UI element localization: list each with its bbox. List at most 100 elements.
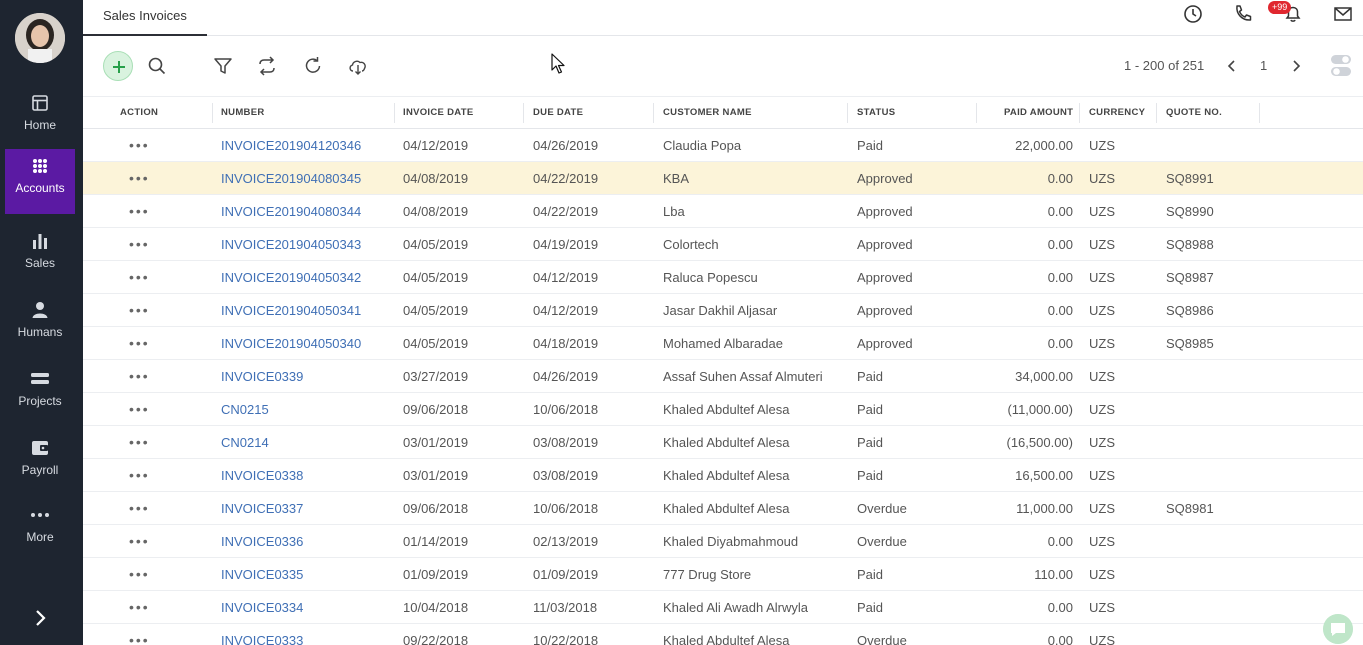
- table-row[interactable]: ••• INVOICE201904050343 04/05/2019 04/19/20…: [83, 228, 1363, 261]
- add-invoice-button[interactable]: [103, 51, 133, 81]
- invoice-number-link[interactable]: INVOICE0337: [221, 501, 303, 516]
- sidebar-item-label: Humans: [17, 325, 63, 339]
- table-row[interactable]: ••• INVOICE201904080345 04/08/2019 04/22/20…: [83, 162, 1363, 195]
- invoice-number-link[interactable]: INVOICE0338: [221, 468, 303, 483]
- table-row[interactable]: ••• CN0214 03/01/2019 03/08/2019 Khaled Abdu…: [83, 426, 1363, 459]
- currency-cell: UZS: [1089, 600, 1115, 615]
- paid-amount-cell: 34,000.00: [1015, 369, 1073, 384]
- sidebar-item-payroll[interactable]: Payroll: [5, 431, 75, 493]
- table-row[interactable]: ••• INVOICE0339 03/27/2019 04/26/2019 Assaf …: [83, 360, 1363, 393]
- tab-sales-invoices[interactable]: Sales Invoices: [83, 0, 207, 36]
- invoice-date-cell: 04/05/2019: [403, 336, 469, 351]
- table-row[interactable]: ••• INVOICE0336 01/14/2019 02/13/2019 Khaled…: [83, 525, 1363, 558]
- sidebar-item-sales[interactable]: Sales: [5, 224, 75, 286]
- invoice-number-link[interactable]: INVOICE201904050342: [221, 270, 361, 285]
- currency-cell: UZS: [1089, 369, 1115, 384]
- column-header-invoice-date[interactable]: INVOICE DATE: [403, 97, 473, 129]
- table-row[interactable]: ••• INVOICE201904050342 04/05/2019 04/12/20…: [83, 261, 1363, 294]
- invoice-number-link[interactable]: INVOICE201904050343: [221, 237, 361, 252]
- table-row[interactable]: ••• INVOICE0333 09/22/2018 10/22/2018 Khaled…: [83, 624, 1363, 645]
- invoice-number-link[interactable]: INVOICE201904120346: [221, 138, 361, 153]
- filter-icon[interactable]: [212, 55, 234, 77]
- cloud-download-icon[interactable]: [347, 55, 369, 77]
- row-actions-icon[interactable]: •••: [129, 302, 150, 318]
- column-header-quote-no[interactable]: QUOTE NO.: [1166, 97, 1222, 129]
- column-divider[interactable]: [1259, 103, 1260, 123]
- sidebar-item-accounts[interactable]: Accounts: [5, 149, 75, 214]
- clock-icon[interactable]: [1182, 3, 1204, 25]
- chevron-right-icon[interactable]: [1285, 55, 1307, 77]
- phone-icon[interactable]: [1232, 3, 1254, 25]
- column-header-status[interactable]: STATUS: [857, 97, 895, 129]
- mail-icon[interactable]: [1332, 3, 1354, 25]
- column-divider[interactable]: [1156, 103, 1157, 123]
- column-header-due-date[interactable]: DUE DATE: [533, 97, 583, 129]
- table-row[interactable]: ••• INVOICE201904080344 04/08/2019 04/22/20…: [83, 195, 1363, 228]
- row-actions-icon[interactable]: •••: [129, 269, 150, 285]
- paid-amount-cell: 0.00: [1047, 534, 1073, 549]
- invoice-number-link[interactable]: INVOICE201904080345: [221, 171, 361, 186]
- swap-icon[interactable]: [256, 55, 278, 77]
- column-divider[interactable]: [523, 103, 524, 123]
- invoice-number-link[interactable]: INVOICE0336: [221, 534, 303, 549]
- sidebar-item-projects[interactable]: Projects: [5, 362, 75, 424]
- row-actions-icon[interactable]: •••: [129, 566, 150, 582]
- table-row[interactable]: ••• INVOICE0338 03/01/2019 03/08/2019 Khaled…: [83, 459, 1363, 492]
- table-row[interactable]: ••• INVOICE0334 10/04/2018 11/03/2018 Khaled…: [83, 591, 1363, 624]
- invoice-date-cell: 09/06/2018: [403, 402, 469, 417]
- refresh-icon[interactable]: [302, 55, 324, 77]
- column-divider[interactable]: [394, 103, 395, 123]
- sidebar-item-more[interactable]: More: [5, 498, 75, 560]
- column-header-currency[interactable]: CURRENCY: [1089, 97, 1145, 129]
- column-header-action[interactable]: ACTION: [120, 97, 158, 129]
- currency-cell: UZS: [1089, 336, 1115, 351]
- row-actions-icon[interactable]: •••: [129, 533, 150, 549]
- view-toggle-icon[interactable]: [1329, 53, 1353, 79]
- table-row[interactable]: ••• CN0215 09/06/2018 10/06/2018 Khaled Abdu…: [83, 393, 1363, 426]
- chevron-right-icon[interactable]: [30, 608, 50, 628]
- row-actions-icon[interactable]: •••: [129, 137, 150, 153]
- table-row[interactable]: ••• INVOICE201904050340 04/05/2019 04/18/20…: [83, 327, 1363, 360]
- row-actions-icon[interactable]: •••: [129, 335, 150, 351]
- table-row[interactable]: ••• INVOICE201904050341 04/05/2019 04/12/20…: [83, 294, 1363, 327]
- invoice-number-link[interactable]: INVOICE201904050341: [221, 303, 361, 318]
- invoice-number-link[interactable]: CN0215: [221, 402, 269, 417]
- column-divider[interactable]: [847, 103, 848, 123]
- row-actions-icon[interactable]: •••: [129, 599, 150, 615]
- column-header-paid-amount[interactable]: PAID AMOUNT: [1004, 97, 1073, 129]
- due-date-cell: 03/08/2019: [533, 435, 599, 450]
- column-header-customer-name[interactable]: CUSTOMER NAME: [663, 97, 752, 129]
- row-actions-icon[interactable]: •••: [129, 236, 150, 252]
- quote-number-cell: SQ8991: [1166, 171, 1214, 186]
- row-actions-icon[interactable]: •••: [129, 467, 150, 483]
- row-actions-icon[interactable]: •••: [129, 500, 150, 516]
- column-header-number[interactable]: NUMBER: [221, 97, 265, 129]
- invoice-number-link[interactable]: INVOICE0339: [221, 369, 303, 384]
- invoice-number-link[interactable]: INVOICE201904050340: [221, 336, 361, 351]
- table-row[interactable]: ••• INVOICE201904120346 04/12/2019 04/26/20…: [83, 129, 1363, 162]
- invoice-number-link[interactable]: INVOICE0333: [221, 633, 303, 645]
- row-actions-icon[interactable]: •••: [129, 368, 150, 384]
- chat-icon[interactable]: [1323, 614, 1353, 644]
- table-row[interactable]: ••• INVOICE0335 01/09/2019 01/09/2019 777 Dr…: [83, 558, 1363, 591]
- column-divider[interactable]: [653, 103, 654, 123]
- column-divider[interactable]: [212, 103, 213, 123]
- sidebar-item-home[interactable]: Home: [5, 86, 75, 148]
- table-row[interactable]: ••• INVOICE0337 09/06/2018 10/06/2018 Khaled…: [83, 492, 1363, 525]
- row-actions-icon[interactable]: •••: [129, 203, 150, 219]
- sidebar-item-label: Sales: [24, 256, 56, 270]
- column-divider[interactable]: [976, 103, 977, 123]
- invoice-number-link[interactable]: INVOICE201904080344: [221, 204, 361, 219]
- invoice-number-link[interactable]: CN0214: [221, 435, 269, 450]
- chevron-left-icon[interactable]: [1221, 55, 1243, 77]
- search-icon[interactable]: [146, 55, 168, 77]
- invoice-number-link[interactable]: INVOICE0334: [221, 600, 303, 615]
- row-actions-icon[interactable]: •••: [129, 434, 150, 450]
- row-actions-icon[interactable]: •••: [129, 170, 150, 186]
- sidebar-item-humans[interactable]: Humans: [5, 293, 75, 355]
- column-divider[interactable]: [1079, 103, 1080, 123]
- row-actions-icon[interactable]: •••: [129, 632, 150, 645]
- invoice-number-link[interactable]: INVOICE0335: [221, 567, 303, 582]
- row-actions-icon[interactable]: •••: [129, 401, 150, 417]
- user-avatar[interactable]: [15, 13, 65, 63]
